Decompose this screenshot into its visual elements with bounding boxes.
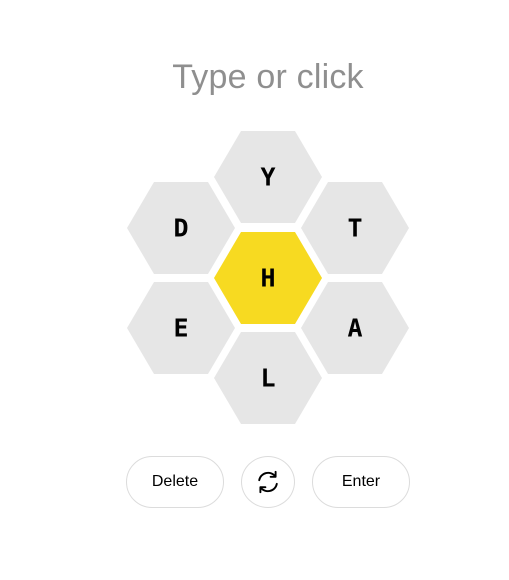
shuffle-button[interactable]: [241, 456, 295, 508]
hive-cell-upper-right-shape[interactable]: [301, 182, 409, 274]
enter-button[interactable]: Enter: [312, 456, 410, 508]
hive-cell-lower-left-shape[interactable]: [127, 282, 235, 374]
hive-controls: Delete Enter: [0, 456, 509, 510]
hive-cell-upper-right[interactable]: T: [301, 182, 409, 274]
hive-cell-lower-right[interactable]: A: [301, 282, 409, 374]
hive-cell-top-shape[interactable]: [214, 131, 322, 223]
hive-cell-center[interactable]: H: [214, 232, 322, 324]
hive-cell-upper-left[interactable]: D: [127, 182, 235, 274]
hive-cell-top[interactable]: Y: [214, 131, 322, 223]
hive-cell-upper-left-shape[interactable]: [127, 182, 235, 274]
hive-cell-center-shape[interactable]: [214, 232, 322, 324]
delete-button[interactable]: Delete: [126, 456, 224, 508]
hive-cell-lower-right-shape[interactable]: [301, 282, 409, 374]
hive-cell-bottom-shape[interactable]: [214, 332, 322, 424]
hive-cell-bottom[interactable]: L: [214, 332, 322, 424]
shuffle-icon: [258, 470, 278, 494]
hive-cell-lower-left[interactable]: E: [127, 282, 235, 374]
